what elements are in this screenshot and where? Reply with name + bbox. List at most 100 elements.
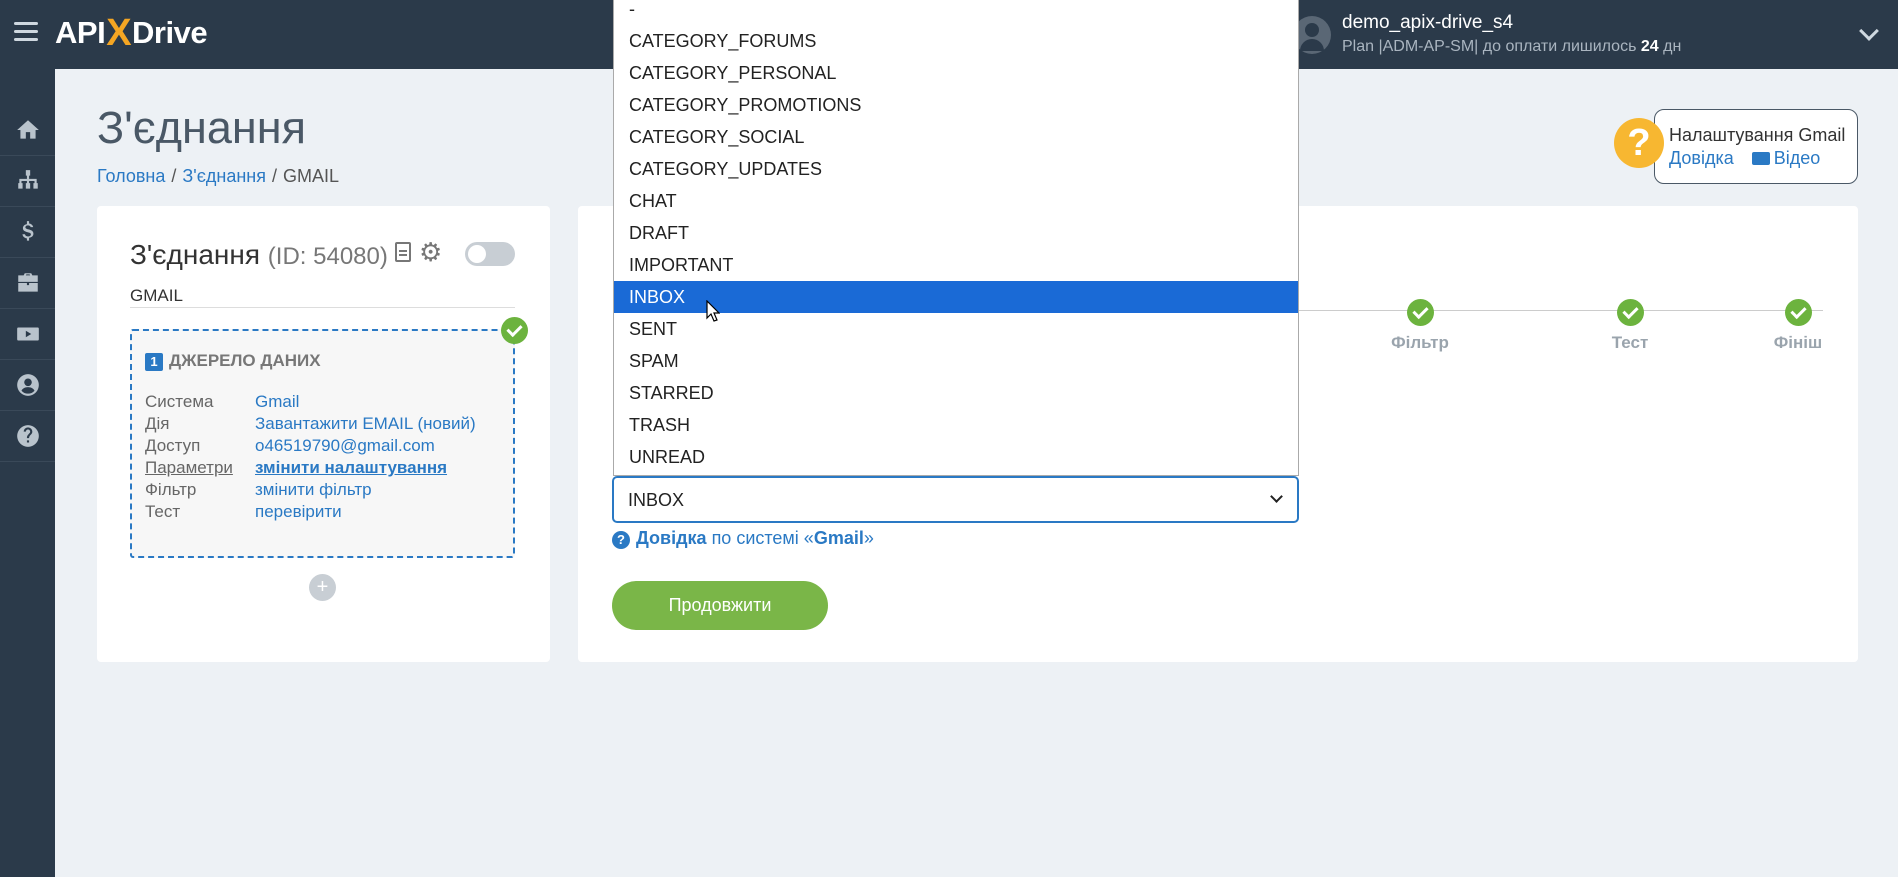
home-icon bbox=[16, 120, 39, 139]
user-plan: Plan |ADM-AP-SM| до оплати лишилось 24 д… bbox=[1342, 38, 1681, 56]
dropdown-option[interactable]: DRAFT bbox=[614, 217, 1298, 249]
chevron-down-icon bbox=[1270, 490, 1283, 503]
breadcrumb-connections[interactable]: З'єднання bbox=[182, 166, 266, 186]
dropdown-option[interactable]: - bbox=[614, 0, 1298, 25]
connection-id: (ID: 54080) bbox=[267, 243, 388, 270]
check-icon bbox=[1784, 299, 1812, 326]
breadcrumb-separator: / bbox=[271, 166, 277, 186]
hamburger-menu-icon[interactable] bbox=[14, 22, 38, 42]
step-label: Тест bbox=[1611, 333, 1649, 352]
sidebar-item-home[interactable] bbox=[0, 105, 55, 156]
question-icon: ? bbox=[1614, 118, 1664, 168]
step-label: Фініш bbox=[1773, 333, 1823, 352]
dropdown-option[interactable]: CATEGORY_SOCIAL bbox=[614, 121, 1298, 153]
step-test[interactable]: Тест bbox=[1570, 299, 1690, 353]
youtube-icon bbox=[16, 327, 39, 341]
document-icon[interactable] bbox=[395, 242, 411, 262]
divider bbox=[130, 307, 515, 308]
step-finish[interactable]: Фініш bbox=[1738, 299, 1858, 353]
sidebar-item-account[interactable] bbox=[0, 360, 55, 411]
row-key: Система bbox=[145, 392, 214, 411]
row-key: Фільтр bbox=[145, 480, 197, 499]
sidebar-item-billing[interactable] bbox=[0, 207, 55, 258]
add-block-button[interactable]: + bbox=[309, 574, 336, 601]
sidebar-item-connections[interactable] bbox=[0, 156, 55, 207]
user-name: demo_apix-drive_s4 bbox=[1342, 12, 1514, 33]
connection-name[interactable]: GMAIL bbox=[130, 286, 183, 306]
dropdown-option[interactable]: UNREAD bbox=[614, 441, 1298, 473]
label-select[interactable]: INBOX bbox=[612, 476, 1299, 523]
logo-x: X bbox=[106, 11, 132, 54]
sidebar bbox=[0, 69, 55, 877]
connection-card: З'єднання (ID: 54080) ⚙ GMAIL 1 ДЖЕРЕЛО Д… bbox=[97, 206, 550, 662]
row-value[interactable]: o46519790@gmail.com bbox=[255, 436, 490, 456]
dollar-icon bbox=[21, 221, 33, 241]
briefcase-icon bbox=[17, 273, 38, 292]
row-key: Параметри bbox=[145, 458, 233, 477]
dropdown-option[interactable]: TRASH bbox=[614, 409, 1298, 441]
question-icon: ? bbox=[612, 531, 630, 549]
row-value[interactable]: Завантажити EMAIL (новий) bbox=[255, 414, 490, 434]
source-number-badge: 1 bbox=[145, 353, 163, 371]
select-value: INBOX bbox=[628, 490, 685, 510]
data-source-block[interactable]: 1 ДЖЕРЕЛО ДАНИХ Система Gmail Дія Завантажи… bbox=[130, 329, 515, 558]
mouse-cursor-icon bbox=[706, 300, 720, 322]
dropdown-option[interactable]: IMPORTANT bbox=[614, 249, 1298, 281]
plan-prefix: Plan |ADM-AP-SM| до оплати лишилось bbox=[1342, 38, 1641, 55]
sidebar-item-services[interactable] bbox=[0, 258, 55, 309]
system-help-link[interactable]: ? Довідка по системі «Gmail» bbox=[612, 528, 874, 549]
connection-title-text: З'єднання bbox=[130, 239, 261, 270]
source-heading: 1 ДЖЕРЕЛО ДАНИХ bbox=[145, 351, 321, 371]
help-bold: Довідка bbox=[636, 528, 707, 548]
row-value[interactable]: змінити фільтр bbox=[255, 480, 490, 500]
chevron-down-icon[interactable] bbox=[1859, 21, 1879, 41]
dropdown-option[interactable]: CHAT bbox=[614, 185, 1298, 217]
dropdown-option[interactable]: CATEGORY_PERSONAL bbox=[614, 57, 1298, 89]
row-key: Тест bbox=[145, 502, 181, 521]
logo-right: Drive bbox=[132, 15, 208, 50]
row-value[interactable]: перевірити bbox=[255, 502, 490, 522]
sidebar-item-video[interactable] bbox=[0, 309, 55, 360]
continue-button[interactable]: Продовжити bbox=[612, 581, 828, 630]
step-label: Фільтр bbox=[1391, 333, 1449, 352]
dropdown-option[interactable]: STARRED bbox=[614, 377, 1298, 409]
gear-icon[interactable]: ⚙ bbox=[419, 239, 443, 265]
plan-days: 24 bbox=[1640, 38, 1659, 55]
video-link[interactable]: Відео bbox=[1774, 148, 1821, 168]
breadcrumb: Головна / З'єднання / GMAIL bbox=[97, 166, 339, 187]
dropdown-option[interactable]: CATEGORY_UPDATES bbox=[614, 153, 1298, 185]
help-middle: по системі « bbox=[706, 528, 814, 548]
user-icon bbox=[16, 374, 39, 396]
video-icon bbox=[1751, 152, 1770, 165]
source-title: ДЖЕРЕЛО ДАНИХ bbox=[169, 351, 321, 370]
check-icon bbox=[1616, 299, 1644, 326]
page-title: З'єднання bbox=[97, 102, 306, 153]
sidebar-item-help[interactable] bbox=[0, 411, 55, 462]
help-link[interactable]: Довідка bbox=[1669, 148, 1734, 168]
help-title: Налаштування Gmail bbox=[1669, 125, 1846, 145]
logo-left: API bbox=[55, 15, 106, 50]
breadcrumb-current: GMAIL bbox=[283, 166, 340, 186]
check-icon bbox=[1406, 299, 1434, 326]
check-icon bbox=[501, 317, 528, 344]
dropdown-option[interactable]: CATEGORY_FORUMS bbox=[614, 25, 1298, 57]
plan-suffix: дн bbox=[1658, 38, 1682, 55]
label-dropdown-list: - CATEGORY_FORUMS CATEGORY_PERSONAL CATEGOR… bbox=[613, 0, 1299, 476]
connection-toggle[interactable] bbox=[465, 242, 515, 266]
connection-title: З'єднання (ID: 54080) bbox=[130, 239, 388, 271]
help-end: » bbox=[863, 528, 874, 548]
step-filter[interactable]: Фільтр bbox=[1360, 299, 1480, 353]
row-key: Дія bbox=[145, 414, 170, 433]
help-links: Довідка Відео bbox=[1669, 148, 1820, 169]
breadcrumb-home[interactable]: Головна bbox=[97, 166, 165, 186]
help-system: Gmail bbox=[813, 528, 864, 548]
help-icon bbox=[16, 425, 39, 447]
help-box: Налаштування Gmail Довідка Відео bbox=[1654, 109, 1858, 184]
row-key: Доступ bbox=[145, 436, 201, 455]
row-value[interactable]: змінити налаштування bbox=[255, 458, 490, 478]
dropdown-option[interactable]: SPAM bbox=[614, 345, 1298, 377]
logo[interactable]: API X Drive bbox=[55, 11, 208, 54]
dropdown-option[interactable]: CATEGORY_PROMOTIONS bbox=[614, 89, 1298, 121]
breadcrumb-separator: / bbox=[171, 166, 177, 186]
row-value[interactable]: Gmail bbox=[255, 392, 490, 412]
